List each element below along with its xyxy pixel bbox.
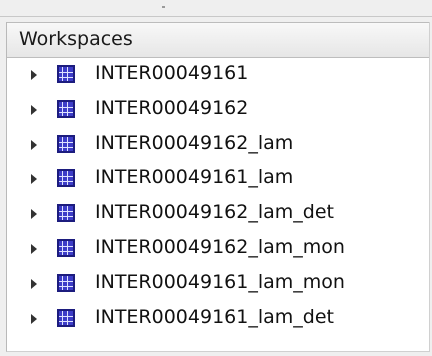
workspace-item[interactable]: INTER00049162_lam_mon <box>7 232 429 267</box>
workspace-icon <box>57 134 75 153</box>
workspace-item[interactable]: INTER00049162_lam_det <box>7 197 429 232</box>
workspace-name: INTER00049162 <box>95 96 249 119</box>
workspace-item[interactable]: INTER00049162_lam <box>7 128 429 163</box>
top-strip <box>0 0 432 20</box>
workspace-item[interactable]: INTER00049161_lam <box>7 162 429 197</box>
expand-arrow-icon[interactable] <box>31 174 37 185</box>
workspace-name: INTER00049161_lam <box>95 166 294 189</box>
divider <box>0 16 432 17</box>
splitter-handle[interactable] <box>162 6 165 8</box>
workspace-item[interactable]: INTER00049162 <box>7 93 429 128</box>
workspace-list: INTER00049161 INTER00049162 INTER0004916… <box>7 58 429 336</box>
workspace-name: INTER00049161_lam_det <box>95 305 334 328</box>
workspace-name: INTER00049162_lam_det <box>95 201 334 224</box>
expand-arrow-icon[interactable] <box>31 243 37 254</box>
workspace-name: INTER00049162_lam <box>95 131 294 154</box>
expand-arrow-icon[interactable] <box>31 139 37 150</box>
workspace-icon <box>57 65 75 83</box>
workspace-item[interactable]: INTER00049161_lam_det <box>7 302 429 337</box>
tree-header[interactable]: Workspaces <box>7 22 429 58</box>
workspaces-widget: Workspaces INTER00049161 INTER00049162 I… <box>0 0 432 356</box>
workspace-icon <box>57 204 75 223</box>
expand-arrow-icon[interactable] <box>31 104 37 115</box>
workspace-icon <box>57 238 75 257</box>
tree-header-label: Workspaces <box>19 28 133 50</box>
workspace-tree[interactable]: Workspaces INTER00049161 INTER00049162 I… <box>6 22 430 352</box>
workspace-icon <box>57 308 75 327</box>
workspace-name: INTER00049161 <box>95 62 249 84</box>
workspace-item[interactable]: INTER00049161 <box>7 58 429 93</box>
expand-arrow-icon[interactable] <box>31 70 37 80</box>
expand-arrow-icon[interactable] <box>31 209 37 220</box>
workspace-icon <box>57 99 75 118</box>
expand-arrow-icon[interactable] <box>31 313 37 324</box>
workspace-icon <box>57 273 75 292</box>
workspace-item[interactable]: INTER00049161_lam_mon <box>7 267 429 302</box>
workspace-name: INTER00049162_lam_mon <box>95 235 345 258</box>
workspace-name: INTER00049161_lam_mon <box>95 270 345 293</box>
expand-arrow-icon[interactable] <box>31 278 37 289</box>
workspace-icon <box>57 169 75 188</box>
